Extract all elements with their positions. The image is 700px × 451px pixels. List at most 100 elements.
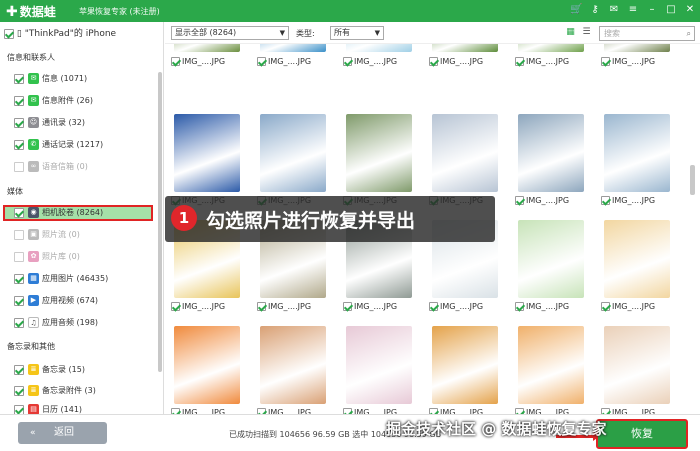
photo-cell[interactable]: IMG_....JPG (251, 326, 331, 414)
photo-thumbnail[interactable] (604, 114, 670, 192)
maximize-icon[interactable]: □ (665, 4, 677, 16)
checkbox[interactable] (14, 295, 24, 306)
photo-checkbox[interactable] (429, 302, 438, 311)
photo-cell[interactable]: IMG_....JPG (509, 114, 589, 210)
sidebar-item-photo-library[interactable]: ✿ 照片库 (0) (14, 249, 156, 265)
filter-select[interactable]: 显示全部 (8264) ▼ (171, 26, 289, 40)
photo-cell[interactable]: IMG_....JPG (509, 220, 589, 316)
sidebar-item-messages[interactable]: ✉ 信息 (1071) (14, 71, 156, 87)
photo-cell[interactable]: IMG_....JPG (165, 326, 245, 414)
photo-thumbnail[interactable] (346, 114, 412, 192)
photo-thumbnail[interactable] (346, 44, 412, 52)
cart-icon[interactable]: 🛒 (570, 4, 582, 16)
photo-thumbnail[interactable] (518, 220, 584, 298)
list-view-icon[interactable]: ☰ (581, 27, 592, 38)
photo-thumbnail[interactable] (346, 326, 412, 404)
sidebar-item-call-history[interactable]: ✆ 通话记录 (1217) (14, 137, 156, 153)
photo-thumbnail[interactable] (432, 44, 498, 52)
minimize-icon[interactable]: – (646, 4, 658, 16)
menu-icon[interactable]: ≡ (627, 4, 639, 16)
photo-thumbnail[interactable] (260, 44, 326, 52)
photo-checkbox[interactable] (515, 302, 524, 311)
photo-cell[interactable]: IMG_....JPG (165, 44, 245, 114)
key-icon[interactable]: ⚷ (589, 4, 601, 16)
recover-button[interactable]: 恢复 (596, 419, 688, 449)
back-button[interactable]: « 返回 (18, 422, 107, 444)
photo-thumbnail[interactable] (174, 44, 240, 52)
sidebar-item-app-audio[interactable]: ♫ 应用音频 (198) (14, 315, 156, 331)
checkbox[interactable] (14, 95, 24, 106)
checkbox[interactable] (14, 251, 24, 262)
sidebar-scrollbar[interactable] (158, 72, 162, 372)
sidebar-item-notes-attachments[interactable]: ≣ 备忘录附件 (3) (14, 383, 156, 399)
photo-filename: IMG_....JPG (354, 57, 398, 66)
grid-view-icon[interactable]: ▦ (565, 27, 576, 38)
photo-thumbnail[interactable] (518, 114, 584, 192)
checkbox[interactable] (14, 161, 24, 172)
checkbox[interactable] (14, 139, 24, 150)
checkbox[interactable] (14, 404, 24, 414)
grid-scrollbar[interactable] (690, 165, 695, 195)
photo-checkbox[interactable] (343, 302, 352, 311)
photo-cell[interactable]: IMG_....JPG (595, 114, 675, 210)
checkbox[interactable] (14, 273, 24, 284)
photo-thumbnail[interactable] (518, 44, 584, 52)
photo-cell[interactable]: IMG_....JPG (509, 326, 589, 414)
sidebar-item-app-videos[interactable]: ▶ 应用视频 (674) (14, 293, 156, 309)
photo-cell[interactable]: IMG_....JPG (595, 326, 675, 414)
checkbox[interactable] (14, 117, 24, 128)
checkbox[interactable] (14, 229, 24, 240)
photo-checkbox[interactable] (601, 57, 610, 66)
photo-checkbox[interactable] (257, 302, 266, 311)
photo-filename: IMG_....JPG (268, 302, 312, 311)
sidebar-item-calendar[interactable]: ▤ 日历 (141) (14, 402, 156, 414)
photo-cell[interactable]: IMG_....JPG (595, 220, 675, 316)
close-icon[interactable]: ✕ (684, 4, 696, 16)
photo-thumbnail[interactable] (604, 44, 670, 52)
photo-checkbox[interactable] (171, 57, 180, 66)
photo-cell[interactable]: IMG_....JPG (423, 326, 503, 414)
photo-thumbnail[interactable] (260, 326, 326, 404)
sidebar-item-label: 相机胶卷 (8264) (42, 208, 104, 217)
sidebar-item-contacts[interactable]: ☺ 通讯录 (32) (14, 115, 156, 131)
chat-icon[interactable]: ✉ (608, 4, 620, 16)
photo-thumbnail[interactable] (174, 114, 240, 192)
photo-thumbnail[interactable] (174, 326, 240, 404)
sidebar-item-camera-roll[interactable]: ◉ 相机胶卷 (8264) (3, 205, 153, 221)
photo-cell[interactable]: IMG_....JPG (423, 44, 503, 114)
photo-cell[interactable]: IMG_....JPG (595, 44, 675, 114)
sidebar-item-voicemail[interactable]: ∞ 语音信箱 (0) (14, 159, 156, 175)
checkbox[interactable] (14, 385, 24, 396)
photo-checkbox[interactable] (601, 302, 610, 311)
photo-checkbox[interactable] (257, 57, 266, 66)
photo-thumbnail[interactable] (518, 326, 584, 404)
photo-checkbox[interactable] (515, 57, 524, 66)
attachment-icon: ✉ (28, 95, 39, 106)
type-select[interactable]: 所有 ▼ (330, 26, 384, 40)
photo-cell[interactable]: IMG_....JPG (337, 44, 417, 114)
photo-thumbnail[interactable] (604, 326, 670, 404)
photo-thumbnail[interactable] (432, 326, 498, 404)
photo-thumbnail[interactable] (432, 114, 498, 192)
photo-thumbnail[interactable] (604, 220, 670, 298)
checkbox[interactable] (14, 73, 24, 84)
checkbox[interactable] (14, 207, 24, 218)
photo-cell[interactable]: IMG_....JPG (251, 44, 331, 114)
photo-checkbox[interactable] (515, 196, 524, 205)
checkbox[interactable] (14, 317, 24, 328)
photo-checkbox[interactable] (429, 57, 438, 66)
sidebar-item-notes[interactable]: ≣ 备忘录 (15) (14, 362, 156, 378)
sidebar-item-app-photos[interactable]: ▦ 应用图片 (46435) (14, 271, 156, 287)
checkbox[interactable] (14, 364, 24, 375)
photo-thumbnail[interactable] (260, 114, 326, 192)
device-checkbox[interactable] (4, 28, 14, 39)
photo-cell[interactable]: IMG_....JPG (337, 326, 417, 414)
photo-checkbox[interactable] (601, 196, 610, 205)
photo-checkbox[interactable] (171, 302, 180, 311)
device-row[interactable]: ▯ "ThinkPad"的 iPhone (4, 26, 116, 40)
sidebar-item-message-attachments[interactable]: ✉ 信息附件 (26) (14, 93, 156, 109)
photo-checkbox[interactable] (343, 57, 352, 66)
photo-cell[interactable]: IMG_....JPG (509, 44, 589, 114)
sidebar-item-photo-stream[interactable]: ▣ 照片流 (0) (14, 227, 156, 243)
search-input[interactable]: 搜索 ⌕ (599, 26, 695, 41)
